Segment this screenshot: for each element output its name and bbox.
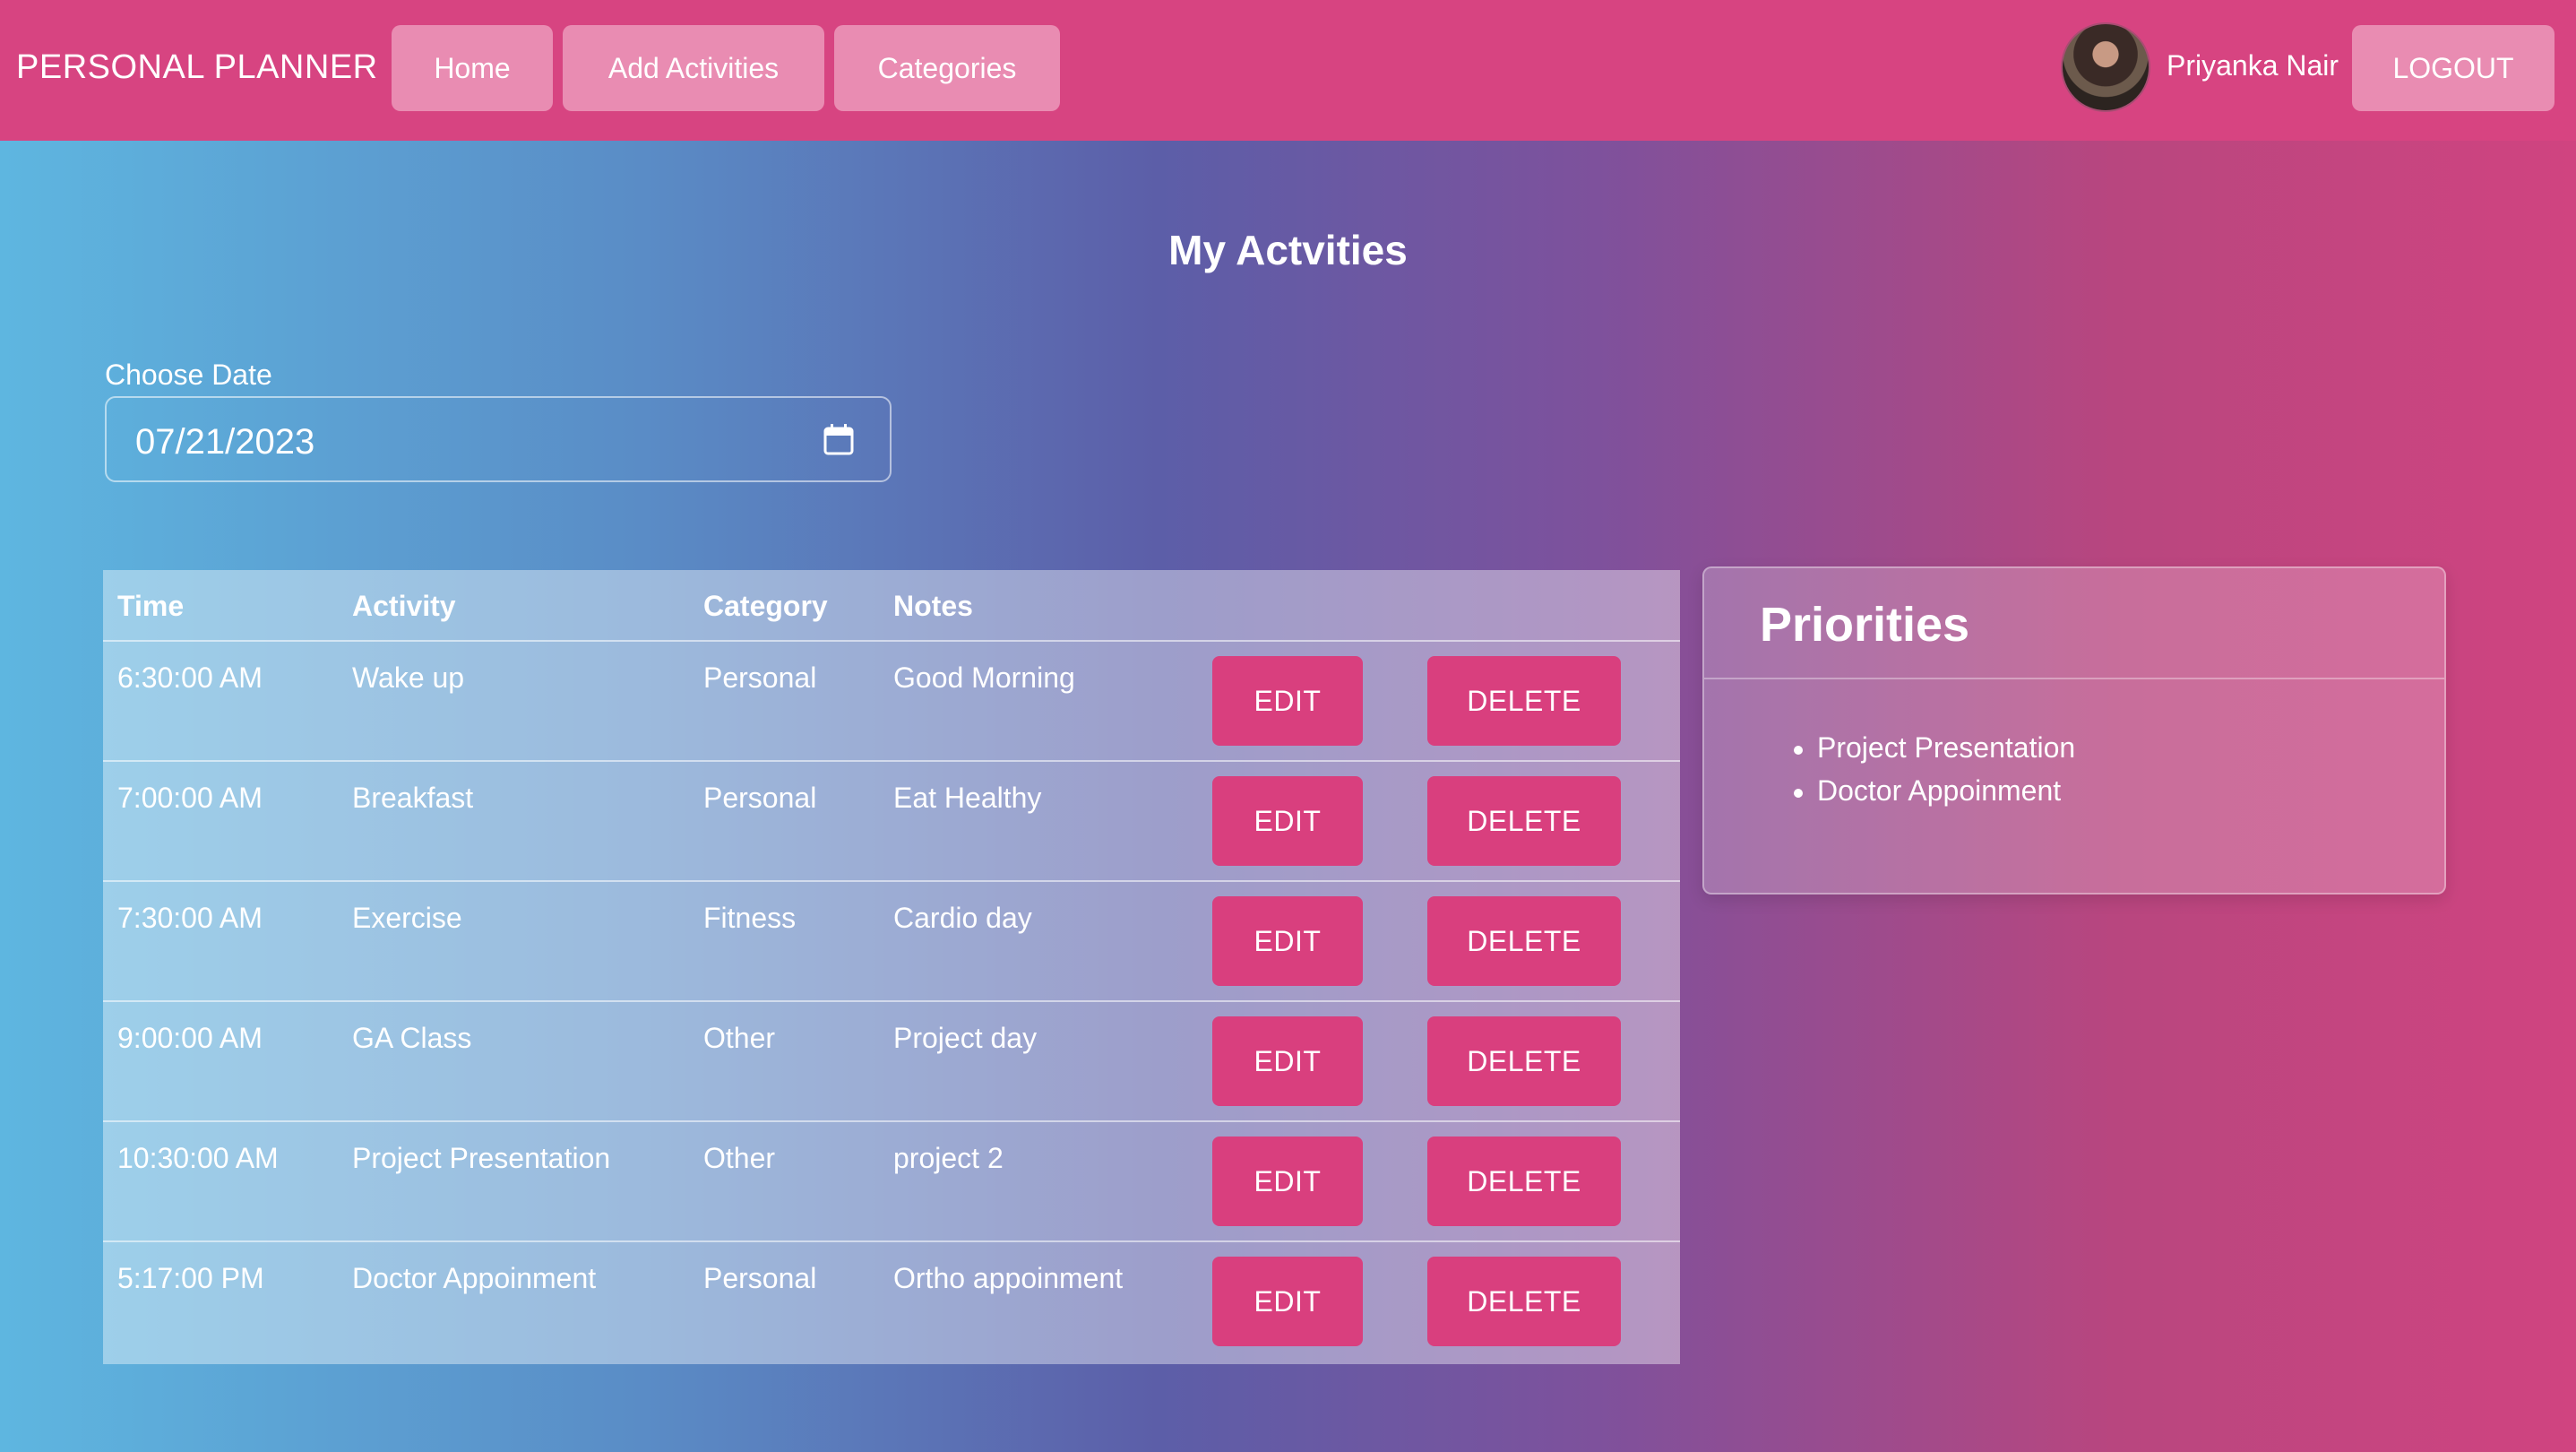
header-activity: Activity (352, 590, 456, 622)
logout-button[interactable]: LOGOUT (2352, 25, 2554, 111)
table-row: 9:00:00 AM GA Class Other Project day ED… (103, 1002, 1680, 1122)
date-value: 07/21/2023 (135, 422, 315, 462)
edit-button[interactable]: EDIT (1212, 1016, 1363, 1106)
calendar-icon[interactable] (823, 423, 854, 455)
delete-button[interactable]: DELETE (1427, 776, 1621, 866)
cell-category: Personal (703, 661, 817, 694)
table-row: 7:30:00 AM Exercise Fitness Cardio day E… (103, 882, 1680, 1002)
page-title: My Actvities (1168, 227, 1408, 273)
cell-category: Personal (703, 782, 817, 814)
cell-time: 5:17:00 PM (117, 1262, 264, 1294)
cell-notes: Good Morning (893, 661, 1075, 694)
cell-activity: Wake up (352, 661, 465, 694)
cell-notes: Ortho appoinment (893, 1262, 1124, 1294)
cell-time: 7:00:00 AM (117, 782, 263, 814)
cell-category: Fitness (703, 902, 797, 934)
nav-home-button[interactable]: Home (392, 25, 553, 111)
cell-time: 9:00:00 AM (117, 1022, 263, 1054)
cell-category: Other (703, 1022, 776, 1054)
cell-activity: Project Presentation (352, 1142, 611, 1174)
priority-item: Project Presentation (1794, 731, 2075, 774)
table-header: Time Activity Category Notes (103, 570, 1680, 642)
delete-button[interactable]: DELETE (1427, 896, 1621, 986)
cell-notes: Eat Healthy (893, 782, 1042, 814)
cell-time: 6:30:00 AM (117, 661, 263, 694)
edit-button[interactable]: EDIT (1212, 1257, 1363, 1346)
header-notes: Notes (893, 590, 973, 622)
delete-button[interactable]: DELETE (1427, 1257, 1621, 1346)
header-time: Time (117, 590, 185, 622)
user-name: Priyanka Nair (2167, 49, 2339, 82)
delete-button[interactable]: DELETE (1427, 656, 1621, 746)
edit-button[interactable]: EDIT (1212, 776, 1363, 866)
user-avatar (2061, 22, 2150, 112)
delete-button[interactable]: DELETE (1427, 1137, 1621, 1226)
cell-activity: GA Class (352, 1022, 472, 1054)
cell-category: Personal (703, 1262, 817, 1294)
cell-activity: Doctor Appoinment (352, 1262, 597, 1294)
activities-table: Time Activity Category Notes 6:30:00 AM … (103, 570, 1680, 1364)
cell-category: Other (703, 1142, 776, 1174)
header-category: Category (703, 590, 828, 622)
priorities-card: Priorities Project Presentation Doctor A… (1702, 566, 2446, 895)
table-row: 10:30:00 AM Project Presentation Other p… (103, 1122, 1680, 1242)
date-input[interactable]: 07/21/2023 (105, 396, 892, 482)
priorities-list: Project Presentation Doctor Appoinment (1794, 731, 2075, 817)
priorities-title: Priorities (1760, 598, 1970, 652)
cell-time: 10:30:00 AM (117, 1142, 279, 1174)
edit-button[interactable]: EDIT (1212, 896, 1363, 986)
edit-button[interactable]: EDIT (1212, 1137, 1363, 1226)
table-row: 5:17:00 PM Doctor Appoinment Personal Or… (103, 1242, 1680, 1362)
cell-notes: Cardio day (893, 902, 1032, 934)
edit-button[interactable]: EDIT (1212, 656, 1363, 746)
date-label: Choose Date (105, 359, 272, 391)
table-row: 7:00:00 AM Breakfast Personal Eat Health… (103, 762, 1680, 882)
cell-activity: Breakfast (352, 782, 474, 814)
priorities-header: Priorities (1704, 568, 2444, 679)
cell-notes: Project day (893, 1022, 1038, 1054)
cell-time: 7:30:00 AM (117, 902, 263, 934)
app-brand[interactable]: PERSONAL PLANNER (16, 48, 378, 87)
table-row: 6:30:00 AM Wake up Personal Good Morning… (103, 642, 1680, 762)
priority-item: Doctor Appoinment (1794, 774, 2075, 817)
nav-categories-button[interactable]: Categories (834, 25, 1060, 111)
cell-notes: project 2 (893, 1142, 1004, 1174)
nav-add-activities-button[interactable]: Add Activities (563, 25, 824, 111)
cell-activity: Exercise (352, 902, 462, 934)
top-navbar: PERSONAL PLANNER Home Add Activities Cat… (0, 0, 2576, 141)
delete-button[interactable]: DELETE (1427, 1016, 1621, 1106)
